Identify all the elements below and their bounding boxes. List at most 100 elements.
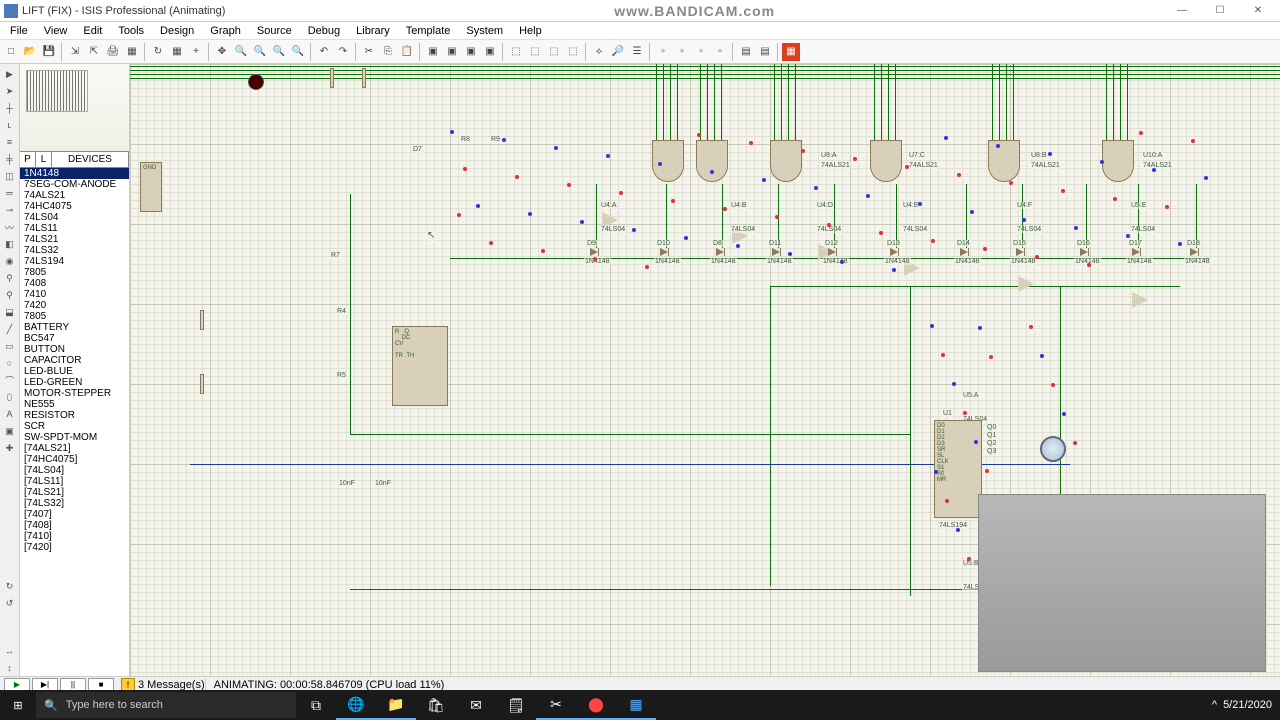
save-button[interactable]: 💾 [40, 43, 58, 61]
device-item[interactable]: SW-SPDT-MOM [20, 432, 129, 443]
paste-button[interactable]: 📋 [398, 43, 416, 61]
zoom-in-button[interactable]: 🔍 [232, 43, 250, 61]
taskbar-search[interactable]: 🔍 Type here to search [36, 692, 296, 718]
zoom-area-button[interactable]: 🔍 [289, 43, 307, 61]
component-mode[interactable]: ➤ [2, 83, 18, 99]
menu-file[interactable]: File [2, 24, 36, 38]
pin-mode[interactable]: ⊸ [2, 202, 18, 218]
edge-icon[interactable]: 🌐 [336, 690, 376, 720]
probe-v-mode[interactable]: ⚲ [2, 270, 18, 286]
refresh-button[interactable]: ↻ [149, 43, 167, 61]
selection-mode[interactable]: ▶ [2, 66, 18, 82]
ares-button[interactable]: ▦ [782, 43, 800, 61]
line-mode[interactable]: ╱ [2, 321, 18, 337]
device-item[interactable]: 74LS04 [20, 212, 129, 223]
grid-button[interactable]: ▦ [168, 43, 186, 61]
marker-mode[interactable]: ✚ [2, 440, 18, 456]
device-item[interactable]: LED-GREEN [20, 377, 129, 388]
new-sheet-button[interactable]: ▫ [654, 43, 672, 61]
menu-edit[interactable]: Edit [75, 24, 110, 38]
graph-mode[interactable]: 〰 [2, 219, 18, 235]
menu-view[interactable]: View [36, 24, 76, 38]
system-tray[interactable]: ^ 5/21/2020 [1204, 699, 1280, 711]
new-button[interactable]: □ [2, 43, 20, 61]
device-item[interactable]: RESISTOR [20, 410, 129, 421]
zoom-sheet-button[interactable]: ▫ [711, 43, 729, 61]
undo-button[interactable]: ↶ [315, 43, 333, 61]
device-item[interactable]: [7410] [20, 531, 129, 542]
decompose-button[interactable]: ⬚ [564, 43, 582, 61]
text-mode[interactable]: ≡ [2, 134, 18, 150]
device-item[interactable]: 7420 [20, 300, 129, 311]
block-copy-button[interactable]: ▣ [424, 43, 442, 61]
bus-mode[interactable]: ╪ [2, 151, 18, 167]
mail-icon[interactable]: ✉ [456, 690, 496, 720]
menu-help[interactable]: Help [511, 24, 550, 38]
device-item[interactable]: 7805 [20, 311, 129, 322]
device-item[interactable]: LED-BLUE [20, 366, 129, 377]
remove-sheet-button[interactable]: ▫ [673, 43, 691, 61]
terminal-mode[interactable]: ═ [2, 185, 18, 201]
store-icon[interactable]: 🛍 [416, 690, 456, 720]
print-button[interactable]: 🖨 [104, 43, 122, 61]
device-item[interactable]: 74LS11 [20, 223, 129, 234]
copy-button[interactable]: ⎘ [379, 43, 397, 61]
device-item[interactable]: 74ALS21 [20, 190, 129, 201]
device-item[interactable]: 7408 [20, 278, 129, 289]
circle-mode[interactable]: ○ [2, 355, 18, 371]
cut-button[interactable]: ✂ [360, 43, 378, 61]
symbol-mode[interactable]: ▣ [2, 423, 18, 439]
area-button[interactable]: ▦ [123, 43, 141, 61]
open-button[interactable]: 📂 [21, 43, 39, 61]
box-mode[interactable]: ▭ [2, 338, 18, 354]
menu-design[interactable]: Design [152, 24, 202, 38]
bom-button[interactable]: ▤ [737, 43, 755, 61]
device-item[interactable]: MOTOR-STEPPER [20, 388, 129, 399]
device-item[interactable]: BATTERY [20, 322, 129, 333]
pick-button[interactable]: ⬚ [507, 43, 525, 61]
close-button[interactable]: ✕ [1240, 1, 1276, 21]
device-item[interactable]: [7408] [20, 520, 129, 531]
device-item[interactable]: 1N4148 [20, 168, 129, 179]
path-mode[interactable]: ⬯ [2, 389, 18, 405]
arc-mode[interactable]: ⌒ [2, 372, 18, 388]
device-item[interactable]: 7SEG-COM-ANODE [20, 179, 129, 190]
snip-icon[interactable]: ✂ [536, 690, 576, 720]
probe-i-mode[interactable]: ⚲ [2, 287, 18, 303]
device-item[interactable]: BUTTON [20, 344, 129, 355]
instrument-mode[interactable]: ⬓ [2, 304, 18, 320]
menu-graph[interactable]: Graph [202, 24, 249, 38]
subcircuit-mode[interactable]: ◫ [2, 168, 18, 184]
device-item[interactable]: 74LS32 [20, 245, 129, 256]
device-list[interactable]: 1N41487SEG-COM-ANODE74ALS2174HC407574LS0… [20, 168, 129, 676]
zoom-out-button[interactable]: 🔍 [251, 43, 269, 61]
device-item[interactable]: [74LS04] [20, 465, 129, 476]
device-item[interactable]: [74LS21] [20, 487, 129, 498]
device-item[interactable]: 74LS194 [20, 256, 129, 267]
search-button[interactable]: 🔎 [609, 43, 627, 61]
pan-button[interactable]: ✥ [213, 43, 231, 61]
device-item[interactable]: NE555 [20, 399, 129, 410]
flip-h-button[interactable]: ↔ [2, 643, 18, 659]
device-item[interactable]: [74LS11] [20, 476, 129, 487]
explorer-icon[interactable]: 📁 [376, 690, 416, 720]
menu-template[interactable]: Template [398, 24, 459, 38]
generator-mode[interactable]: ◉ [2, 253, 18, 269]
device-item[interactable]: SCR [20, 421, 129, 432]
device-item[interactable]: [74HC4075] [20, 454, 129, 465]
device-item[interactable]: [7420] [20, 542, 129, 553]
import-button[interactable]: ⇲ [66, 43, 84, 61]
rotate-cw-button[interactable]: ↻ [2, 578, 18, 594]
label-mode[interactable]: ʟ [2, 117, 18, 133]
device-item[interactable]: 7410 [20, 289, 129, 300]
package-button[interactable]: ⬚ [545, 43, 563, 61]
menu-tools[interactable]: Tools [110, 24, 152, 38]
block-delete-button[interactable]: ▣ [481, 43, 499, 61]
menu-library[interactable]: Library [348, 24, 398, 38]
device-item[interactable]: [7407] [20, 509, 129, 520]
menu-debug[interactable]: Debug [300, 24, 348, 38]
minimize-button[interactable]: — [1164, 1, 1200, 21]
notes-icon[interactable]: 🗒 [496, 690, 536, 720]
tab-l[interactable]: L [36, 152, 52, 167]
flip-v-button[interactable]: ↕ [2, 660, 18, 676]
